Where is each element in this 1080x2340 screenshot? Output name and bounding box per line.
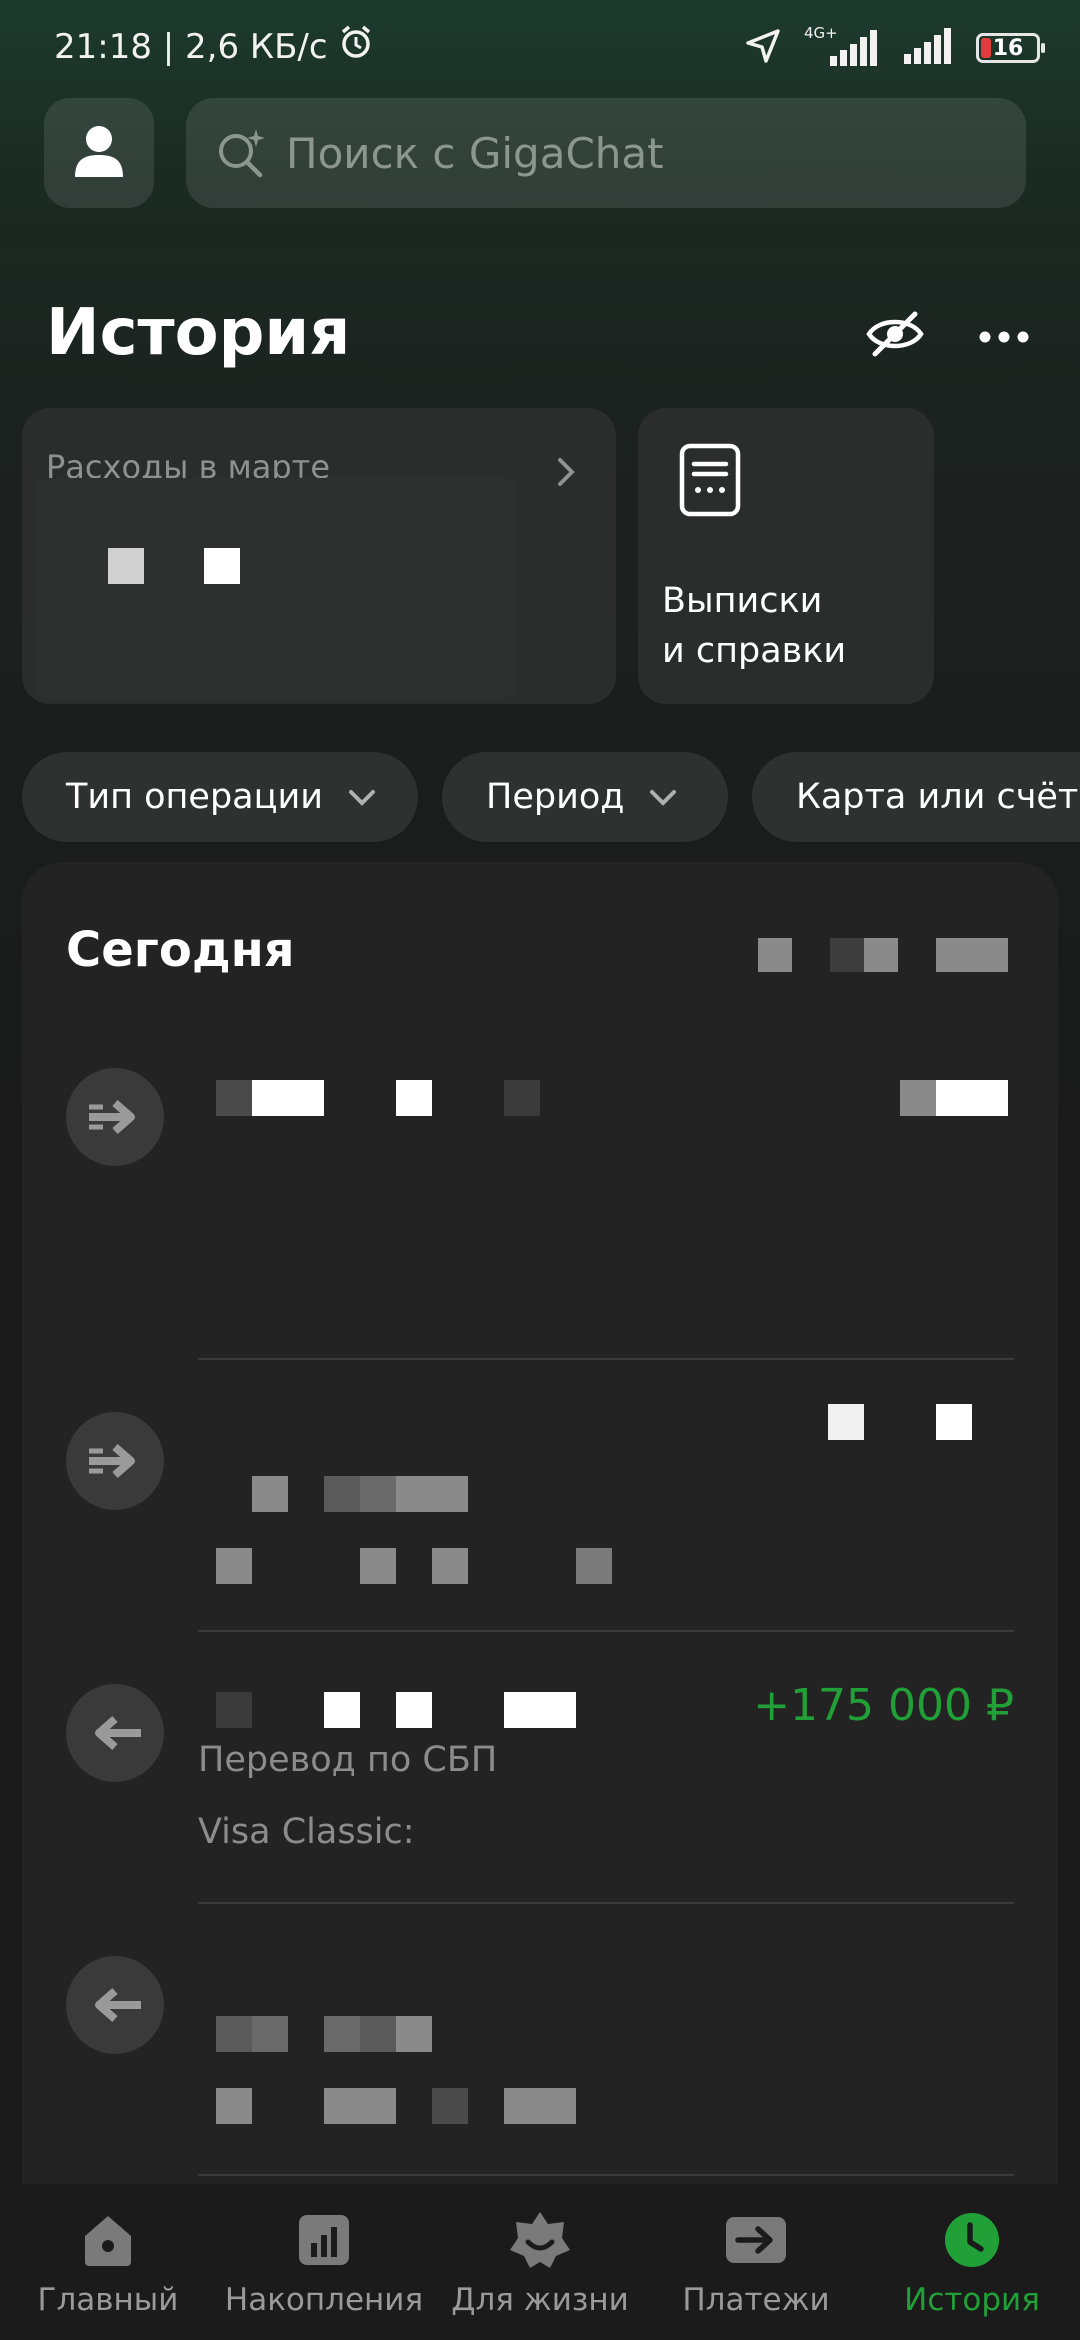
chevron-down-icon: [648, 777, 678, 817]
signal-icon-2: [902, 26, 954, 70]
user-icon: [73, 123, 125, 183]
nav-home[interactable]: Главный: [0, 2184, 216, 2340]
nav-label: Платежи: [682, 2282, 830, 2318]
statements-line1: Выписки: [662, 581, 823, 621]
savings-chart-icon: [291, 2210, 357, 2270]
profile-button[interactable]: [44, 98, 154, 208]
operations-list: [22, 862, 1058, 2302]
battery-level: 16: [992, 35, 1024, 61]
transfer-in-icon: [66, 1956, 164, 2054]
eye-off-icon: [865, 310, 925, 362]
nav-for-life[interactable]: Для жизни: [432, 2184, 648, 2340]
filter-card-or-account[interactable]: Карта или счёт: [752, 752, 1080, 842]
expenses-hidden-area: [36, 478, 516, 698]
page-title: История: [46, 296, 351, 370]
history-clock-icon: [939, 2210, 1005, 2270]
transfer-out-icon: [66, 1068, 164, 1166]
bottom-nav: Главный Накопления Для жизни Платежи Ист…: [0, 2184, 1080, 2340]
statements-label: Выписки и справки: [662, 576, 846, 676]
status-left: 21:18 | 2,6 КБ/с: [54, 24, 374, 69]
nav-label: История: [904, 2282, 1040, 2318]
more-button[interactable]: [974, 312, 1034, 362]
filter-label: Карта или счёт: [796, 777, 1079, 817]
nav-payments[interactable]: Платежи: [648, 2184, 864, 2340]
status-right: 4G+ 16: [744, 24, 1045, 70]
nav-label: Для жизни: [451, 2282, 629, 2318]
nav-savings[interactable]: Накопления: [216, 2184, 432, 2340]
document-icon: [678, 442, 744, 522]
row-divider: [198, 1630, 1014, 1632]
filter-label: Тип операции: [66, 777, 323, 817]
expenses-card[interactable]: Расходы в марте: [22, 408, 616, 704]
payments-arrow-icon: [723, 2210, 789, 2270]
screen: 21:18 | 2,6 КБ/с 4G+ 16 Поиск с GigaChat…: [0, 0, 1080, 2340]
location-arrow-icon: [744, 27, 782, 69]
alarm-icon: [338, 24, 374, 69]
transfer-out-icon: [66, 1412, 164, 1510]
star-smile-icon: [507, 2210, 573, 2270]
chevron-down-icon: [347, 777, 377, 817]
more-dots-icon: [979, 328, 1029, 347]
row-divider: [198, 1902, 1014, 1904]
nav-label: Главный: [37, 2282, 179, 2318]
operation-subtitle: Перевод по СБП: [198, 1740, 498, 1780]
chevron-right-icon: [556, 456, 576, 492]
operation-amount: +175 000 ₽: [753, 1680, 1014, 1731]
battery-icon: 16: [976, 33, 1045, 63]
filter-label: Период: [486, 777, 625, 817]
statements-line2: и справки: [662, 631, 847, 671]
status-time-speed: 21:18 | 2,6 КБ/с: [54, 26, 328, 67]
search-input[interactable]: Поиск с GigaChat: [186, 98, 1026, 208]
nav-label: Накопления: [224, 2282, 424, 2318]
signal-icon-1: 4G+: [804, 24, 880, 68]
search-placeholder: Поиск с GigaChat: [286, 128, 664, 178]
transfer-in-icon: [66, 1684, 164, 1782]
operation-card: Visa Classic:: [198, 1812, 415, 1852]
row-divider: [198, 2174, 1014, 2176]
home-icon: [75, 2210, 141, 2270]
filter-operation-type[interactable]: Тип операции: [22, 752, 418, 842]
nav-history[interactable]: История: [864, 2184, 1080, 2340]
hide-balance-button[interactable]: [862, 306, 928, 366]
gigachat-search-icon: [214, 125, 270, 181]
day-label: Сегодня: [66, 922, 295, 978]
status-bar: 21:18 | 2,6 КБ/с 4G+ 16: [0, 0, 1080, 96]
row-divider: [198, 1358, 1014, 1360]
statements-card[interactable]: Выписки и справки: [638, 408, 934, 704]
filter-period[interactable]: Период: [442, 752, 728, 842]
